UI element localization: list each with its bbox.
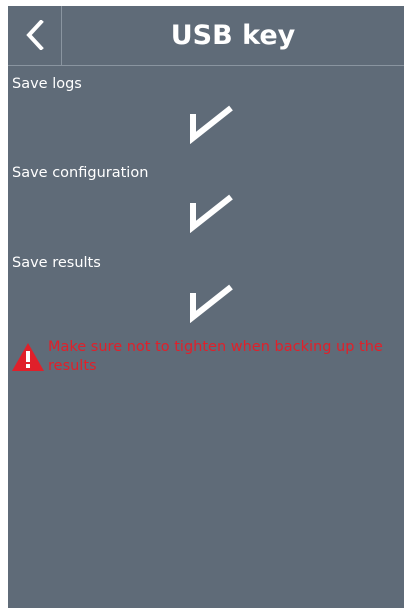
usb-key-panel: USB key Save logs Save configuration Sav…	[8, 6, 404, 608]
check-icon	[190, 194, 233, 234]
page-title: USB key	[170, 20, 296, 51]
check-icon	[190, 105, 233, 145]
check-icon	[190, 284, 233, 324]
warning-icon	[12, 343, 44, 371]
save-logs-label: Save logs	[12, 76, 82, 92]
save-configuration-label: Save configuration	[12, 165, 149, 181]
save-configuration-toggle[interactable]	[185, 189, 237, 234]
header-bar: USB key	[8, 6, 404, 66]
warning-message: Make sure not to tighten when backing up…	[11, 338, 404, 382]
save-results-toggle[interactable]	[185, 279, 237, 324]
warning-text: Make sure not to tighten when backing up…	[48, 339, 383, 374]
screen: USB key Save logs Save configuration Sav…	[0, 0, 409, 608]
chevron-left-icon	[26, 20, 44, 50]
save-results-label: Save results	[12, 255, 101, 271]
save-logs-toggle[interactable]	[185, 100, 237, 145]
back-button[interactable]	[8, 6, 62, 65]
